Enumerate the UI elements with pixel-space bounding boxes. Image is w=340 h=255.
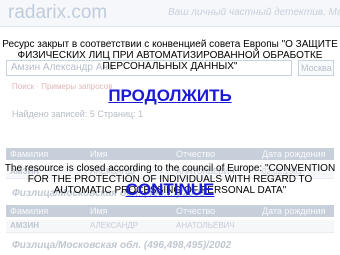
closure-notice-ru: Ресурс закрыт в соответствии с конвенцие… <box>2 39 338 72</box>
section-heading: Физлица/Московская обл. (496,498,495)/20… <box>12 240 232 251</box>
cell-birthdate[interactable] <box>258 220 334 232</box>
site-header: radarix.com Ваш личный частный детектив,… <box>0 0 340 27</box>
column-header: Имя <box>90 149 108 159</box>
column-header: Фамилия <box>10 149 49 159</box>
records-found-label: Найдено записей: 5 Страниц: 1 <box>12 109 144 119</box>
site-tagline: Ваш личный частный детектив, Ма <box>168 7 340 18</box>
column-header: Отчество <box>176 149 216 159</box>
cell-surname: АМЗИН <box>10 221 39 230</box>
column-header: Имя <box>90 206 108 216</box>
table-row[interactable]: АМЗИН АЛЕКСАНДР АНАТОЛЬЕВИЧ <box>6 220 334 233</box>
cell-name: АЛЕКСАНДР <box>90 221 139 230</box>
table-header: Фамилия Имя Отчество Дата рождения <box>6 205 334 217</box>
column-header: Дата рождения <box>262 149 326 159</box>
column-header: Фамилия <box>10 206 49 216</box>
cell-patronymic: АНАТОЛЬЕВИЧ <box>176 221 235 230</box>
column-header: Отчество <box>176 206 216 216</box>
site-logo[interactable]: radarix.com <box>8 2 107 24</box>
continue-link-en[interactable]: CONTINUE <box>0 180 340 200</box>
table-header: Фамилия Имя Отчество Дата рождения <box>6 148 334 160</box>
continue-link-ru[interactable]: ПРОДОЛЖИТЬ <box>0 86 340 106</box>
column-header: Дата рождения <box>262 206 326 216</box>
